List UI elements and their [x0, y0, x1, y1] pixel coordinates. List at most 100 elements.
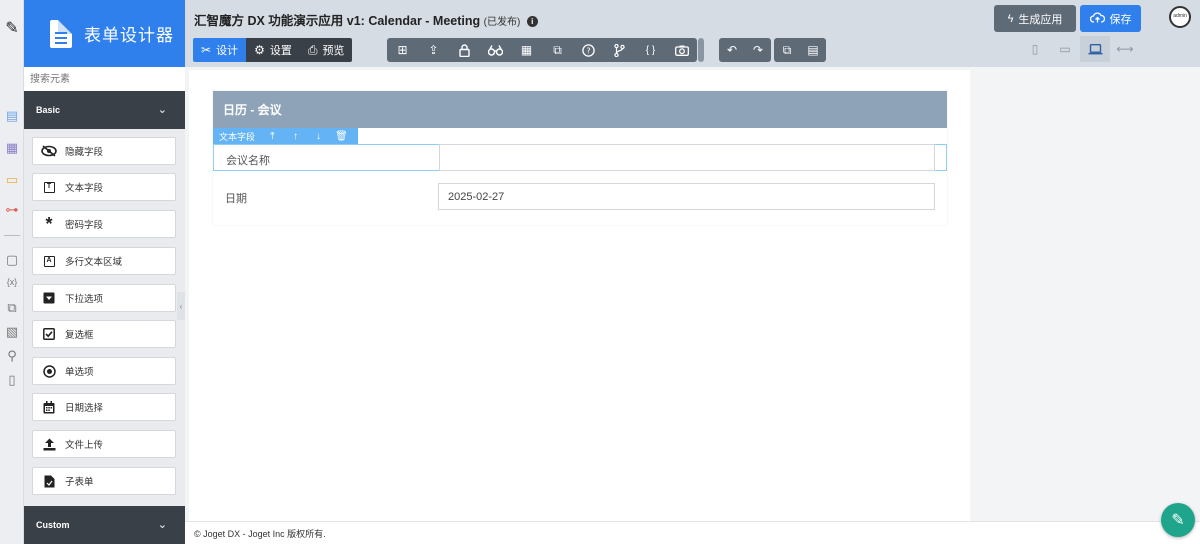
branch-icon[interactable]	[604, 38, 635, 62]
caret-square-icon	[41, 290, 57, 306]
field-row-date: 日期 2025-02-27	[213, 183, 947, 210]
palette-item-textarea[interactable]: A 多行文本区域	[32, 247, 176, 275]
field-row-meeting-name[interactable]: 会议名称	[213, 144, 947, 171]
footer-text: © Joget DX - Joget Inc 版权所有.	[194, 528, 326, 539]
import-icon[interactable]: ⇪	[418, 38, 449, 62]
resource-icon[interactable]: ⧉	[4, 300, 20, 316]
move-up-icon[interactable]: ↑	[284, 131, 307, 142]
note-icon[interactable]: ▢	[4, 252, 20, 268]
json-icon[interactable]: { }	[635, 38, 666, 62]
left-rail: ✎ ▤ ▦ ▭ ⊶ ▢ {x} ⧉ ▧ ⚲ ▯	[0, 0, 24, 544]
gear-icon: ⚙	[254, 43, 265, 57]
tab-preview[interactable]: ⎙ 预览	[299, 38, 353, 62]
variable-icon[interactable]: {x}	[4, 274, 20, 290]
builder-header: 汇智魔方 DX 功能演示应用 v1: Calendar - Meeting (已…	[185, 0, 1200, 67]
move-top-icon[interactable]: ⤒	[261, 131, 284, 142]
builder-toolbar: ⊞ ⇪ ▦ ⧉ ? { }	[387, 38, 697, 62]
trash-icon[interactable]: 🗑	[330, 131, 353, 142]
palette-item-label: 文件上传	[65, 440, 104, 451]
save-label: 保存	[1109, 13, 1132, 26]
palette-item-select-box[interactable]: 下拉选项	[32, 284, 176, 312]
palette-item-password-field[interactable]: * 密码字段	[32, 210, 176, 238]
palette-item-subform[interactable]: 子表单	[32, 467, 176, 495]
cloud-upload-icon	[1089, 11, 1105, 26]
tab-settings[interactable]: ⚙ 设置	[246, 38, 300, 62]
preview-icon: ⎙	[307, 42, 318, 57]
palette-item-file-upload[interactable]: 文件上传	[32, 430, 176, 458]
app-title: 汇智魔方 DX 功能演示应用 v1: Calendar - Meeting (已…	[194, 10, 538, 29]
category-custom[interactable]: Custom ⌄	[24, 506, 185, 544]
tab-design[interactable]: ✂ 设计	[193, 38, 247, 62]
edit-icon[interactable]: ✎	[4, 20, 20, 37]
page-icon[interactable]: ▯	[4, 372, 20, 388]
palette-item-label: 单选项	[65, 367, 94, 378]
report-icon[interactable]: ▧	[4, 324, 20, 340]
category-label: Custom	[36, 520, 70, 530]
palette-item-label: 隐藏字段	[65, 147, 104, 158]
palette-item-label: 子表单	[65, 477, 94, 488]
asterisk-icon: *	[45, 213, 53, 234]
palette-item-date-picker[interactable]: 日期选择	[32, 393, 176, 421]
upload-icon	[41, 436, 57, 452]
palette-item-hidden-field[interactable]: 隐藏字段	[32, 137, 176, 165]
userview-icon[interactable]: ▭	[4, 172, 20, 188]
element-palette: 表单设计器 Basic ⌄ 隐藏字段 T 文本字段 * 密码字段 A 多行文本区…	[24, 0, 185, 544]
datalist-icon[interactable]: ▦	[4, 140, 20, 156]
camera-icon[interactable]	[666, 38, 697, 62]
palette-item-label: 密码字段	[65, 220, 104, 231]
lock-icon[interactable]	[449, 38, 480, 62]
text-field-icon: T	[41, 179, 57, 195]
save-button[interactable]: 保存	[1080, 5, 1141, 32]
section-title: 日历 - 会议	[223, 103, 282, 117]
palette-item-radio[interactable]: 单选项	[32, 357, 176, 385]
toolbar-scroll-handle[interactable]	[698, 38, 704, 62]
tab-label: 设计	[216, 45, 239, 57]
move-down-icon[interactable]: ↓	[307, 131, 330, 142]
generate-app-label: 生成应用	[1018, 13, 1063, 26]
tablet-view-icon[interactable]: ▭	[1050, 36, 1080, 62]
search-input[interactable]	[24, 67, 185, 91]
eye-slash-icon	[41, 143, 57, 159]
paste-icon[interactable]: ▤	[800, 38, 826, 62]
sitemap-icon[interactable]: ⊞	[387, 38, 418, 62]
pencil-icon: ✎	[1171, 512, 1185, 529]
avatar[interactable]: admin	[1169, 6, 1191, 28]
date-input[interactable]: 2025-02-27	[438, 183, 935, 210]
binoculars-icon[interactable]	[480, 38, 511, 62]
palette-collapse-handle[interactable]: ‹	[177, 292, 185, 320]
radio-icon	[41, 363, 57, 379]
section-header[interactable]: 日历 - 会议	[213, 91, 947, 128]
category-basic[interactable]: Basic ⌄	[24, 91, 185, 129]
undo-icon[interactable]: ↶	[719, 38, 745, 62]
laptop-view-icon[interactable]	[1080, 36, 1110, 62]
device-switcher: ▯ ▭ ⟷	[1020, 36, 1140, 62]
generate-app-button[interactable]: ϟ 生成应用	[994, 5, 1076, 32]
form-builder-brand: 表单设计器	[24, 0, 185, 67]
field-label: 日期	[225, 193, 247, 205]
palette-item-text-field[interactable]: T 文本字段	[32, 173, 176, 201]
chevron-down-icon: ⌄	[157, 104, 167, 116]
plugin-icon[interactable]: ⚲	[4, 348, 20, 364]
palette-item-label: 复选框	[65, 330, 94, 341]
tools-icon: ✂	[201, 43, 212, 57]
form-icon[interactable]: ▤	[4, 108, 20, 124]
mobile-view-icon[interactable]: ▯	[1020, 36, 1050, 62]
textarea-icon: A	[41, 253, 57, 269]
info-icon[interactable]: i	[526, 16, 538, 28]
avatar-label: admin	[1173, 13, 1187, 19]
table-icon[interactable]: ▦	[511, 38, 542, 62]
app-title-text: 汇智魔方 DX 功能演示应用 v1: Calendar - Meeting	[194, 14, 481, 28]
help-icon[interactable]: ?	[573, 38, 604, 62]
palette-item-checkbox[interactable]: 复选框	[32, 320, 176, 348]
rail-divider	[4, 235, 20, 236]
fullwidth-view-icon[interactable]: ⟷	[1110, 36, 1140, 62]
edit-fab-button[interactable]: ✎	[1161, 503, 1195, 537]
translate-icon[interactable]: ⧉	[542, 38, 573, 62]
process-icon[interactable]: ⊶	[4, 202, 20, 218]
checkbox-icon	[41, 326, 57, 342]
meeting-name-input[interactable]	[439, 144, 935, 171]
copy-icon[interactable]: ⧉	[774, 38, 800, 62]
tab-label: 预览	[322, 45, 345, 57]
redo-icon[interactable]: ↷	[745, 38, 771, 62]
element-type-label: 文本字段	[219, 131, 256, 142]
